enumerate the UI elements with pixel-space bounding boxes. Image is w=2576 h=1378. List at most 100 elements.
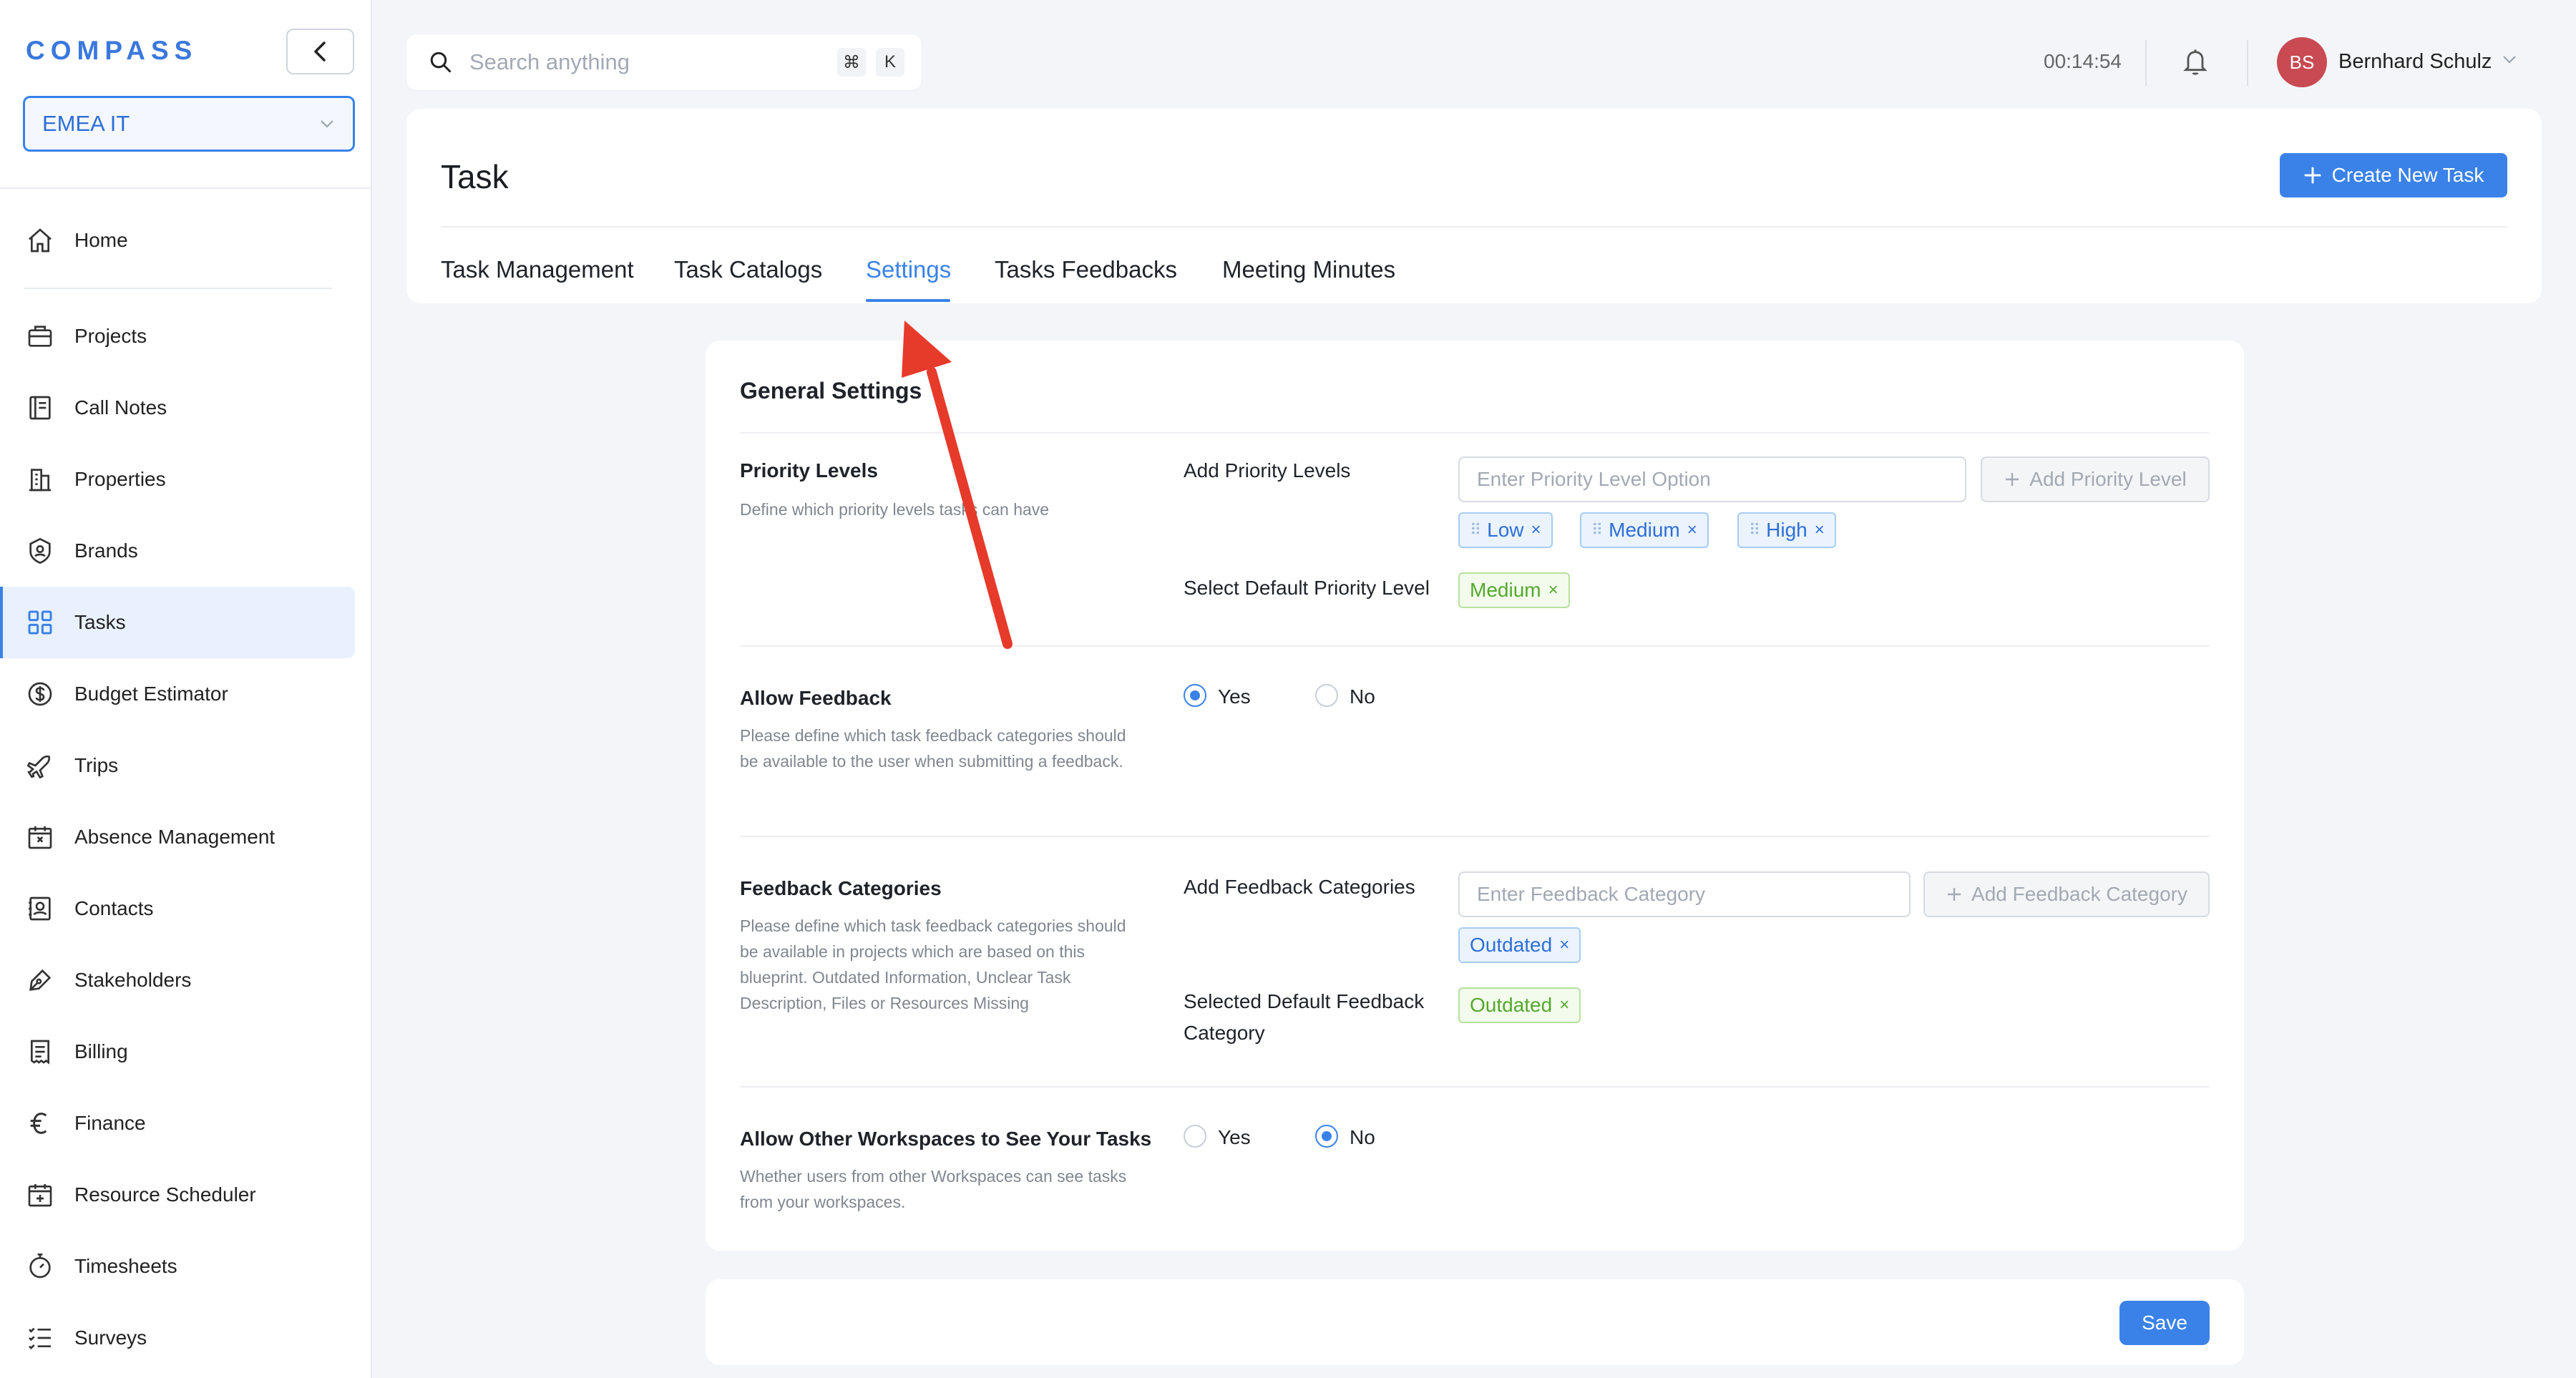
plane-icon: [26, 755, 51, 779]
topbar-divider: [2247, 40, 2248, 86]
sidebar-item-surveys[interactable]: Surveys: [0, 1302, 355, 1374]
create-new-task-button[interactable]: Create New Task: [2280, 153, 2507, 197]
drag-handle-icon[interactable]: ⠿: [1470, 521, 1481, 539]
close-icon[interactable]: ×: [1559, 995, 1569, 1015]
list-check-icon: [29, 1327, 51, 1350]
sidebar-item-stakeholders[interactable]: Stakeholders: [0, 944, 355, 1016]
allow-feedback-yes-radio[interactable]: [1184, 684, 1206, 707]
tag-label: Low: [1487, 519, 1524, 541]
drag-handle-icon[interactable]: ⠿: [1749, 521, 1760, 539]
priority-tag-medium[interactable]: ⠿ Medium ×: [1580, 512, 1709, 548]
feedback-category-placeholder: Enter Feedback Category: [1477, 883, 1706, 905]
priority-levels-title: Priority Levels: [740, 459, 878, 482]
close-icon[interactable]: ×: [1687, 520, 1697, 540]
close-icon[interactable]: ×: [1548, 580, 1558, 600]
bell-icon[interactable]: [2181, 46, 2210, 77]
other-workspaces-yes-label[interactable]: Yes: [1218, 1126, 1251, 1149]
sidebar-item-label: Absence Management: [74, 826, 275, 848]
topbar-divider: [2145, 40, 2147, 86]
default-feedback-category-tag[interactable]: Outdated ×: [1458, 987, 1581, 1023]
sidebar-item-absence-management[interactable]: Absence Management: [0, 801, 355, 873]
sidebar-item-billing[interactable]: Billing: [0, 1016, 355, 1088]
sidebar-item-tasks[interactable]: Tasks: [0, 587, 355, 658]
workspace-select[interactable]: EMEA IT: [23, 96, 355, 152]
allow-feedback-no-label[interactable]: No: [1350, 685, 1375, 708]
allow-feedback-description: Please define which task feedback catego…: [740, 726, 1126, 771]
sidebar-item-label: Properties: [74, 468, 166, 490]
building-icon: [29, 469, 51, 492]
priority-tag-high[interactable]: ⠿ High ×: [1737, 512, 1836, 548]
add-priority-level-button[interactable]: Add Priority Level: [1981, 456, 2210, 502]
sidebar-item-call-notes[interactable]: Call Notes: [0, 372, 355, 444]
sidebar-item-label: Timesheets: [74, 1255, 177, 1277]
workspace-select-value: EMEA IT: [42, 111, 130, 136]
sidebar-item-contacts[interactable]: Contacts: [0, 873, 355, 944]
tab-settings[interactable]: Settings: [866, 256, 951, 283]
sidebar-item-budget-estimator[interactable]: Budget Estimator: [0, 658, 355, 730]
sidebar-item-finance[interactable]: Finance: [0, 1088, 355, 1159]
tab-task-management[interactable]: Task Management: [441, 256, 634, 283]
sidebar-divider: [0, 187, 372, 189]
tag-label: Outdated: [1470, 934, 1553, 956]
sidebar-item-brands[interactable]: Brands: [0, 515, 355, 587]
sidebar-item-trips[interactable]: Trips: [0, 730, 355, 801]
other-workspaces-no-label[interactable]: No: [1350, 1126, 1375, 1149]
user-name[interactable]: Bernhard Schulz: [2338, 50, 2492, 74]
other-workspaces-description: Whether users from other Workspaces can …: [740, 1167, 1127, 1211]
collapse-sidebar-button[interactable]: [286, 29, 354, 74]
save-bar: Save: [706, 1279, 2244, 1365]
card-title: General Settings: [740, 378, 922, 404]
sidebar-item-projects[interactable]: Projects: [0, 300, 355, 372]
calendar-x-icon: [28, 826, 52, 849]
priority-tag-low[interactable]: ⠿ Low ×: [1458, 512, 1553, 548]
chevron-down-icon[interactable]: [2502, 54, 2517, 64]
tab-meeting-minutes[interactable]: Meeting Minutes: [1222, 256, 1395, 283]
pen-icon: [29, 969, 52, 991]
drag-handle-icon[interactable]: ⠿: [1591, 521, 1603, 539]
briefcase-icon: [28, 326, 52, 347]
tab-tasks-feedbacks[interactable]: Tasks Feedbacks: [995, 256, 1177, 283]
tag-label: Outdated: [1470, 994, 1553, 1016]
sidebar-item-label: Tasks: [74, 611, 126, 633]
feedback-category-tag-outdated[interactable]: Outdated ×: [1458, 927, 1581, 963]
sidebar-item-label: Stakeholders: [74, 969, 192, 991]
default-priority-tag[interactable]: Medium ×: [1458, 572, 1570, 608]
close-icon[interactable]: ×: [1559, 935, 1569, 955]
other-workspaces-yes-radio[interactable]: [1184, 1125, 1206, 1148]
allow-feedback-no-radio[interactable]: [1315, 684, 1338, 707]
sidebar-item-label: Budget Estimator: [74, 683, 228, 705]
general-settings-card: General Settings Priority Levels Define …: [706, 341, 2244, 1251]
sidebar-item-home[interactable]: Home: [0, 205, 355, 276]
calendar-plus-icon: [28, 1184, 52, 1207]
save-button[interactable]: Save: [2119, 1301, 2210, 1345]
feedback-category-input[interactable]: Enter Feedback Category: [1458, 871, 1911, 917]
sidebar-divider: [24, 288, 332, 289]
add-feedback-category-button[interactable]: Add Feedback Category: [1923, 871, 2210, 917]
header-divider: [441, 226, 2507, 228]
other-workspaces-no-radio[interactable]: [1315, 1125, 1338, 1148]
chevron-down-icon: [321, 120, 333, 128]
default-priority-label: Select Default Priority Level: [1184, 577, 1430, 599]
other-workspaces-title: Allow Other Workspaces to See Your Tasks: [740, 1128, 1152, 1150]
chevron-left-icon: [313, 41, 326, 62]
plus-icon: [1948, 888, 1961, 901]
allow-feedback-title: Allow Feedback: [740, 687, 892, 709]
close-icon[interactable]: ×: [1531, 520, 1541, 540]
app-logo[interactable]: COMPASS: [26, 36, 197, 66]
section-divider: [740, 836, 2210, 837]
tab-task-catalogs[interactable]: Task Catalogs: [674, 256, 822, 283]
sidebar-item-properties[interactable]: Properties: [0, 444, 355, 515]
priority-level-input[interactable]: Enter Priority Level Option: [1458, 456, 1966, 502]
receipt-icon: [31, 1040, 49, 1065]
home-icon: [29, 228, 52, 253]
priority-levels-description: Define which priority levels tasks can h…: [740, 500, 1050, 519]
default-feedback-category-label: Selected Default Feedback Category: [1184, 990, 1425, 1044]
allow-feedback-yes-label[interactable]: Yes: [1218, 685, 1251, 708]
sidebar: COMPASS EMEA IT Home Projects Call Notes…: [0, 0, 372, 1378]
close-icon[interactable]: ×: [1815, 520, 1825, 540]
plus-icon: [2304, 167, 2321, 184]
user-avatar[interactable]: BS: [2277, 37, 2327, 87]
sidebar-item-resource-scheduler[interactable]: Resource Scheduler: [0, 1159, 355, 1231]
sidebar-item-timesheets[interactable]: Timesheets: [0, 1231, 355, 1302]
search-input[interactable]: Search anything ⌘ K: [406, 34, 922, 90]
